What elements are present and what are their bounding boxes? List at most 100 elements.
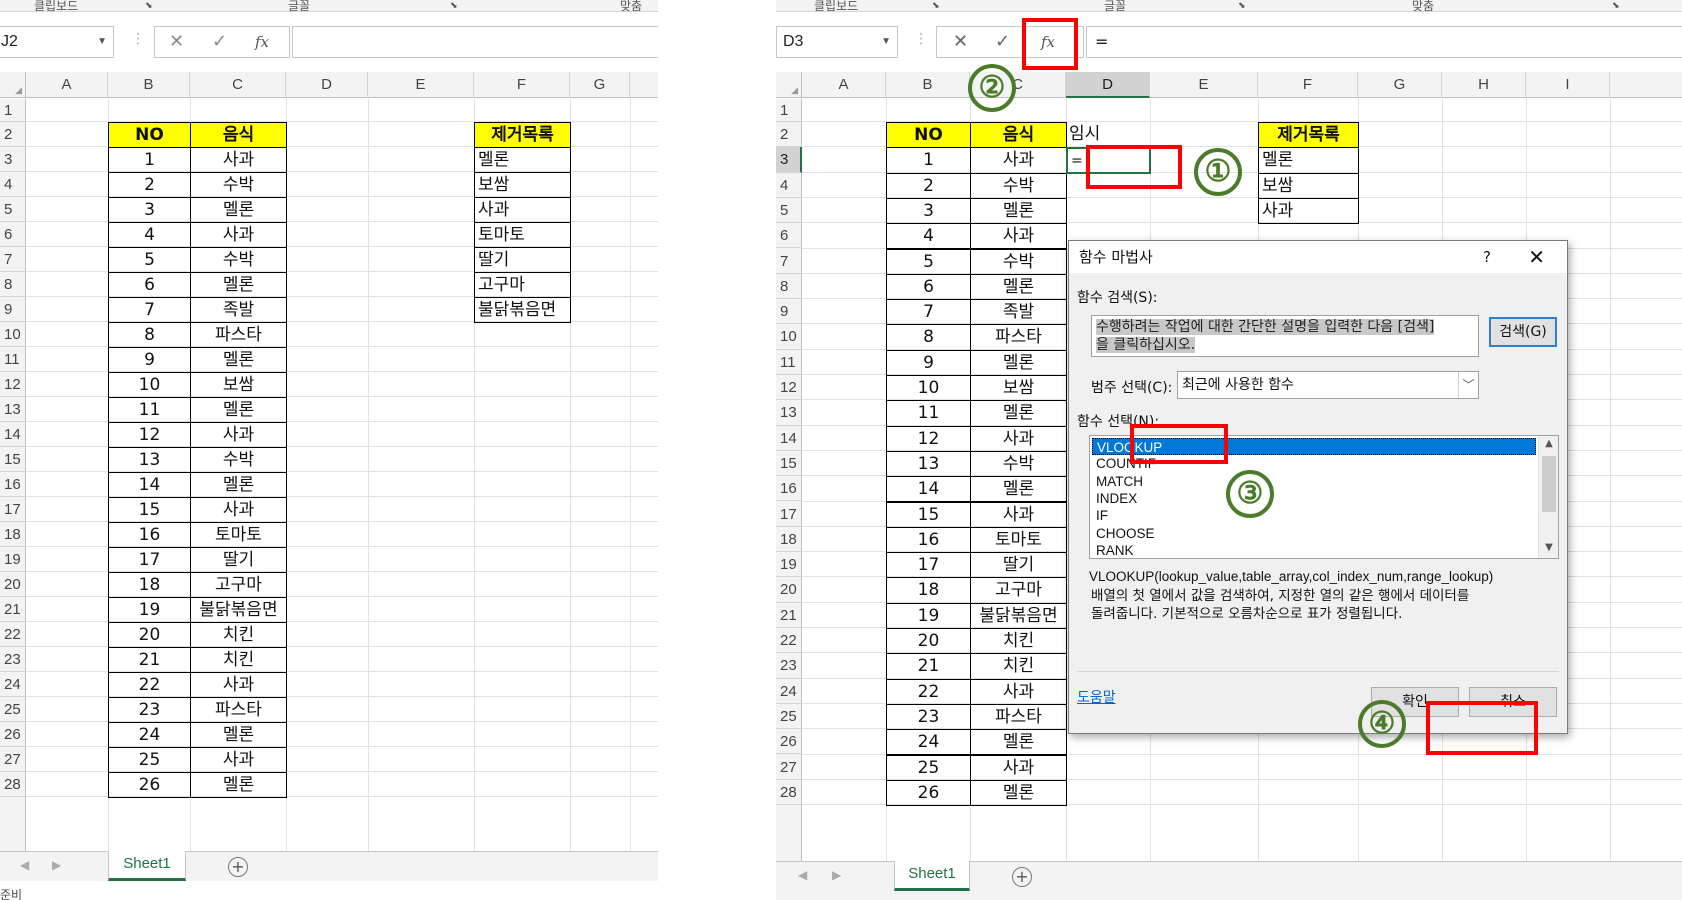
dialog-launcher-icon[interactable]: ⬊	[145, 1, 153, 11]
function-item-index[interactable]: INDEX	[1092, 490, 1536, 507]
row-header-2[interactable]: 2	[776, 122, 802, 148]
row-header-24[interactable]: 24	[776, 679, 802, 704]
row-header-19[interactable]: 19	[776, 552, 802, 578]
drag-handle-icon[interactable]: ⋮	[914, 31, 928, 47]
row-header-27[interactable]: 27	[776, 755, 802, 780]
column-header-b[interactable]: B	[108, 72, 190, 98]
row-header-26[interactable]: 26	[0, 722, 26, 747]
next-sheet-icon[interactable]: ▶	[52, 858, 61, 872]
row-header-1[interactable]: 1	[0, 99, 26, 122]
row-header-17[interactable]: 17	[0, 497, 26, 522]
row-header-19[interactable]: 19	[0, 547, 26, 572]
row-header-11[interactable]: 11	[0, 347, 26, 372]
column-header-a[interactable]: A	[802, 72, 886, 98]
row-header-11[interactable]: 11	[776, 350, 802, 375]
function-list-scrollbar[interactable]: ▲ ▼	[1538, 436, 1558, 558]
row-header-5[interactable]: 5	[0, 197, 26, 222]
row-header-21[interactable]: 21	[0, 597, 26, 622]
search-button[interactable]: 검색(G)	[1489, 317, 1557, 347]
function-item-if[interactable]: IF	[1092, 507, 1536, 524]
category-select[interactable]: 최근에 사용한 함수 ﹀	[1177, 371, 1479, 399]
row-header-16[interactable]: 16	[0, 472, 26, 497]
select-all-corner[interactable]: ◢	[776, 72, 802, 98]
row-header-4[interactable]: 4	[0, 172, 26, 197]
scroll-up-icon[interactable]: ▲	[1539, 438, 1558, 449]
row-header-14[interactable]: 14	[776, 426, 802, 451]
close-icon[interactable]: ✕	[1528, 241, 1545, 273]
column-header-f[interactable]: F	[1258, 72, 1358, 98]
row-header-27[interactable]: 27	[0, 747, 26, 772]
drag-handle-icon[interactable]: ⋮	[131, 31, 145, 47]
row-header-23[interactable]: 23	[0, 647, 26, 672]
name-box[interactable]: D3 ▼	[776, 26, 898, 58]
row-header-4[interactable]: 4	[776, 173, 802, 198]
select-all-corner[interactable]: ◢	[0, 72, 26, 98]
dialog-launcher-icon[interactable]: ⬊	[932, 1, 940, 11]
function-item-choose[interactable]: CHOOSE	[1092, 525, 1536, 542]
add-sheet-icon[interactable]: +	[228, 857, 248, 877]
scroll-thumb[interactable]	[1542, 456, 1556, 512]
row-header-28[interactable]: 28	[0, 772, 26, 797]
sheet-tab-sheet1[interactable]: Sheet1	[108, 851, 186, 881]
prev-sheet-icon[interactable]: ◀	[798, 868, 807, 882]
cancel-icon[interactable]: ✕	[169, 31, 184, 52]
column-header-c[interactable]: C	[190, 72, 286, 98]
row-header-9[interactable]: 9	[0, 297, 26, 322]
row-header-15[interactable]: 15	[0, 447, 26, 472]
select-all-icon[interactable]: ◢	[15, 86, 22, 96]
row-header-25[interactable]: 25	[0, 697, 26, 722]
cell-grid[interactable]: NO 음식 제거목록 1 사과 2 수박 3 멜론 4 사과 5 수박 6 멜론 7 족발 8 파스타 9 멜론 10 보쌈…	[26, 99, 658, 851]
row-header-22[interactable]: 22	[776, 628, 802, 654]
function-item-rank[interactable]: RANK	[1092, 542, 1536, 558]
dialog-launcher-icon[interactable]: ⬊	[1238, 1, 1246, 11]
row-header-10[interactable]: 10	[0, 322, 26, 347]
column-header-d[interactable]: D	[286, 72, 368, 98]
row-header-14[interactable]: 14	[0, 422, 26, 447]
row-header-7[interactable]: 7	[0, 247, 26, 272]
chevron-down-icon[interactable]: ▼	[97, 27, 107, 57]
row-header-28[interactable]: 28	[776, 780, 802, 806]
formula-input[interactable]: =	[1086, 26, 1682, 58]
row-header-6[interactable]: 6	[0, 222, 26, 247]
dialog-launcher-icon[interactable]: ⬊	[1612, 1, 1620, 11]
column-header-b[interactable]: B	[886, 72, 970, 98]
row-header-3[interactable]: 3	[776, 147, 802, 173]
row-header-15[interactable]: 15	[776, 451, 802, 477]
row-header-2[interactable]: 2	[0, 122, 26, 147]
insert-function-icon[interactable]: fx	[255, 33, 269, 51]
select-all-icon[interactable]: ◢	[791, 86, 798, 96]
row-header-8[interactable]: 8	[0, 272, 26, 297]
enter-icon[interactable]: ✓	[995, 31, 1010, 52]
help-icon[interactable]: ?	[1483, 241, 1491, 273]
row-header-6[interactable]: 6	[776, 223, 802, 249]
row-header-26[interactable]: 26	[776, 729, 802, 755]
row-header-24[interactable]: 24	[0, 672, 26, 697]
enter-icon[interactable]: ✓	[212, 31, 227, 52]
row-header-18[interactable]: 18	[776, 527, 802, 553]
prev-sheet-icon[interactable]: ◀	[20, 858, 29, 872]
column-header-e[interactable]: E	[1150, 72, 1258, 98]
cancel-icon[interactable]: ✕	[953, 31, 968, 52]
column-header-d[interactable]: D	[1066, 72, 1150, 98]
column-header-a[interactable]: A	[26, 72, 108, 98]
next-sheet-icon[interactable]: ▶	[832, 868, 841, 882]
formula-input[interactable]	[292, 26, 658, 58]
row-header-3[interactable]: 3	[0, 147, 26, 172]
scroll-down-icon[interactable]: ▼	[1539, 542, 1558, 553]
name-box[interactable]: J2 ▼	[0, 26, 114, 58]
function-item-match[interactable]: MATCH	[1092, 473, 1536, 490]
sheet-tab-sheet1[interactable]: Sheet1	[894, 861, 970, 891]
row-header-17[interactable]: 17	[776, 502, 802, 527]
column-header-e[interactable]: E	[368, 72, 474, 98]
row-header-9[interactable]: 9	[776, 299, 802, 325]
help-link[interactable]: 도움말	[1077, 687, 1116, 707]
column-header-f[interactable]: F	[474, 72, 570, 98]
row-header-1[interactable]: 1	[776, 99, 802, 122]
column-header-h[interactable]: H	[1442, 72, 1526, 98]
row-header-13[interactable]: 13	[0, 397, 26, 422]
chevron-down-icon[interactable]: ▼	[881, 27, 891, 57]
column-header-g[interactable]: G	[570, 72, 630, 98]
row-header-25[interactable]: 25	[776, 704, 802, 730]
column-header-i[interactable]: I	[1526, 72, 1610, 98]
row-header-22[interactable]: 22	[0, 622, 26, 647]
